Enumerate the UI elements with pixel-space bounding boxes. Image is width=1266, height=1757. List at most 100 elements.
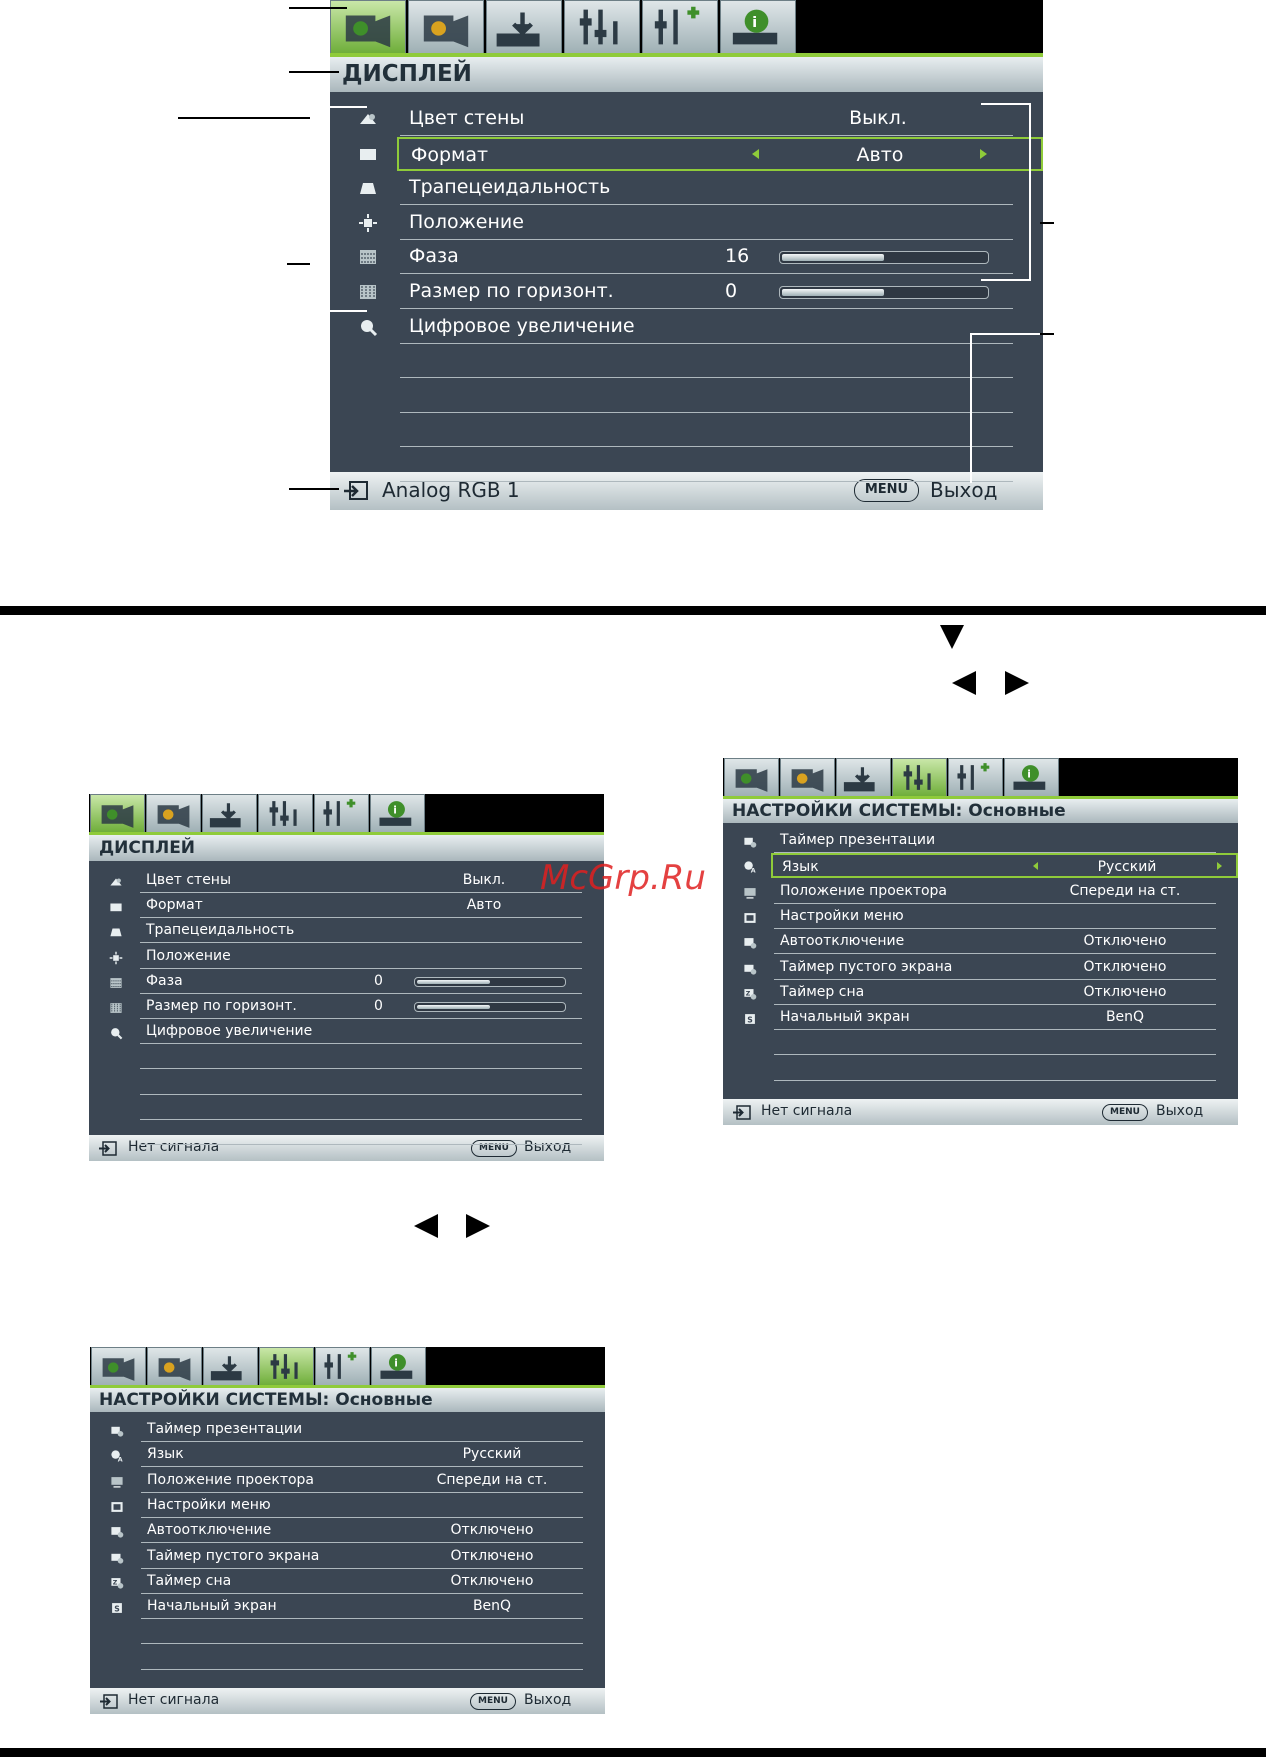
menu-row[interactable]: Фаза 0 bbox=[140, 969, 582, 994]
information-tab-icon[interactable]: i bbox=[371, 1347, 426, 1385]
system-advanced-tab-icon[interactable] bbox=[315, 1347, 370, 1385]
system-basic-tab-icon[interactable] bbox=[258, 794, 313, 832]
menu-key[interactable]: MENU bbox=[1102, 1104, 1148, 1121]
menu-row[interactable]: Положение проектора Спереди на ст. bbox=[774, 879, 1216, 904]
system-basic-tab-icon[interactable] bbox=[564, 0, 640, 53]
blank-timer-icon bbox=[743, 961, 757, 980]
source-tab-icon[interactable] bbox=[202, 794, 257, 832]
svg-text:A: A bbox=[118, 1456, 123, 1462]
menu-row[interactable]: Формат Авто bbox=[140, 893, 582, 918]
menu-row-value: Русский bbox=[1097, 859, 1157, 875]
osd-display-small: i ДИСПЛЕЙ Нет сигнала MENU Выход Цвет ст… bbox=[89, 794, 604, 1161]
display-tab-icon[interactable] bbox=[90, 794, 145, 832]
aspect-ratio-icon bbox=[109, 899, 123, 918]
menu-row[interactable]: Автоотключение Отключено bbox=[141, 1518, 583, 1543]
menu-row[interactable]: Таймер сна Отключено bbox=[774, 980, 1216, 1005]
wall-color-icon bbox=[109, 874, 123, 893]
menu-row[interactable]: Трапецеидальность bbox=[140, 918, 582, 943]
menu-row[interactable]: Автоотключение Отключено bbox=[774, 929, 1216, 954]
menu-row[interactable]: Положение проектора Спереди на ст. bbox=[141, 1468, 583, 1493]
information-tab-icon[interactable]: i bbox=[1004, 758, 1059, 796]
menu-row[interactable]: Цифровое увеличение bbox=[140, 1019, 582, 1044]
option-left-arrow-icon[interactable] bbox=[752, 149, 759, 159]
splash-screen-icon: S bbox=[743, 1011, 757, 1030]
information-tab-icon[interactable]: i bbox=[370, 794, 425, 832]
menu-row-label: Таймер сна bbox=[780, 984, 865, 1000]
menu-row[interactable]: Цвет стены Выкл. bbox=[400, 102, 1013, 136]
slider-fill bbox=[417, 1005, 490, 1009]
display-tab-icon[interactable] bbox=[91, 1347, 146, 1385]
keystone-icon bbox=[109, 924, 123, 943]
menu-row[interactable]: Настройки меню bbox=[141, 1493, 583, 1518]
menu-key[interactable]: MENU bbox=[470, 1693, 516, 1710]
menu-row[interactable]: Положение bbox=[140, 944, 582, 969]
osd-system-right: i НАСТРОЙКИ СИСТЕМЫ: Основные Нет сигнал… bbox=[723, 758, 1238, 1125]
menu-title-bar: НАСТРОЙКИ СИСТЕМЫ: Основные bbox=[90, 1388, 605, 1412]
menu-tab-bar: i bbox=[90, 1347, 605, 1387]
menu-row[interactable]: Начальный экран BenQ bbox=[774, 1005, 1216, 1030]
menu-row[interactable]: Фаза 16 bbox=[400, 240, 1013, 274]
menu-row[interactable]: Размер по горизонт. 0 bbox=[140, 994, 582, 1019]
menu-row[interactable]: Цвет стены Выкл. bbox=[140, 868, 582, 893]
source-tab-icon[interactable] bbox=[486, 0, 562, 53]
option-left-arrow-icon[interactable] bbox=[1033, 861, 1038, 870]
projector-position-icon bbox=[743, 885, 757, 904]
menu-row[interactable]: Положение bbox=[400, 206, 1013, 240]
projector-position-icon bbox=[110, 1474, 124, 1493]
menu-row[interactable]: Размер по горизонт. 0 bbox=[400, 275, 1013, 309]
menu-row-value: Отключено bbox=[450, 1522, 534, 1538]
menu-row-label: Формат bbox=[411, 144, 489, 166]
menu-row-label: Формат bbox=[146, 897, 203, 913]
footer-exit[interactable]: Выход bbox=[1156, 1103, 1203, 1119]
menu-title-bar: ДИСПЛЕЙ bbox=[89, 835, 604, 861]
menu-row-value: Отключено bbox=[1083, 933, 1167, 949]
menu-tab-bar: i bbox=[89, 794, 604, 834]
footer-source: Нет сигнала bbox=[128, 1692, 220, 1708]
footer-exit[interactable]: Выход bbox=[524, 1692, 571, 1708]
picture-tab-icon[interactable] bbox=[146, 794, 201, 832]
menu-row[interactable]: Таймер пустого экрана Отключено bbox=[774, 955, 1216, 980]
section-divider bbox=[0, 606, 1266, 615]
adjustment-slider[interactable] bbox=[779, 251, 989, 264]
menu-row[interactable]: Таймер презентации bbox=[774, 828, 1216, 853]
menu-row[interactable]: Таймер пустого экрана Отключено bbox=[141, 1544, 583, 1569]
digital-zoom-icon bbox=[109, 1025, 123, 1044]
system-advanced-tab-icon[interactable] bbox=[642, 0, 718, 53]
menu-row-value: Авто bbox=[466, 897, 502, 913]
adjustment-slider[interactable] bbox=[779, 286, 989, 299]
information-tab-icon[interactable]: i bbox=[720, 0, 796, 53]
menu-row-number: 0 bbox=[374, 973, 383, 989]
menu-row[interactable]: Язык Русский bbox=[141, 1442, 583, 1467]
menu-row[interactable]: Таймер сна Отключено bbox=[141, 1569, 583, 1594]
picture-tab-icon[interactable] bbox=[408, 0, 484, 53]
menu-row[interactable]: Цифровое увеличение bbox=[400, 310, 1013, 344]
menu-row[interactable]: Трапецеидальность bbox=[400, 171, 1013, 205]
option-right-arrow-icon[interactable] bbox=[1217, 861, 1222, 870]
adjustment-slider[interactable] bbox=[414, 977, 566, 987]
picture-tab-icon[interactable] bbox=[147, 1347, 202, 1385]
digital-zoom-icon bbox=[358, 317, 378, 341]
menu-row-label: Цифровое увеличение bbox=[146, 1023, 313, 1039]
menu-key[interactable]: MENU bbox=[854, 479, 919, 502]
menu-row[interactable]: Начальный экран BenQ bbox=[141, 1594, 583, 1619]
left-arrow-icon bbox=[952, 671, 976, 695]
system-advanced-tab-icon[interactable] bbox=[314, 794, 369, 832]
menu-row-label: Таймер презентации bbox=[147, 1421, 303, 1437]
menu-row-value: Отключено bbox=[1083, 959, 1167, 975]
menu-tab-bar: i bbox=[723, 758, 1238, 798]
menu-row-label: Положение bbox=[409, 211, 524, 233]
menu-row[interactable]: Таймер презентации bbox=[141, 1417, 583, 1442]
menu-row-empty bbox=[400, 413, 1013, 447]
menu-row[interactable]: Настройки меню bbox=[774, 904, 1216, 929]
display-tab-icon[interactable] bbox=[724, 758, 779, 796]
source-tab-icon[interactable] bbox=[203, 1347, 258, 1385]
menu-row[interactable]: Формат Авто bbox=[397, 137, 1043, 171]
source-tab-icon[interactable] bbox=[836, 758, 891, 796]
system-basic-tab-icon[interactable] bbox=[892, 758, 947, 796]
adjustment-slider[interactable] bbox=[414, 1002, 566, 1012]
menu-row-label: Начальный экран bbox=[780, 1009, 910, 1025]
menu-row[interactable]: Язык Русский bbox=[771, 853, 1238, 878]
system-basic-tab-icon[interactable] bbox=[259, 1347, 314, 1385]
picture-tab-icon[interactable] bbox=[780, 758, 835, 796]
system-advanced-tab-icon[interactable] bbox=[948, 758, 1003, 796]
